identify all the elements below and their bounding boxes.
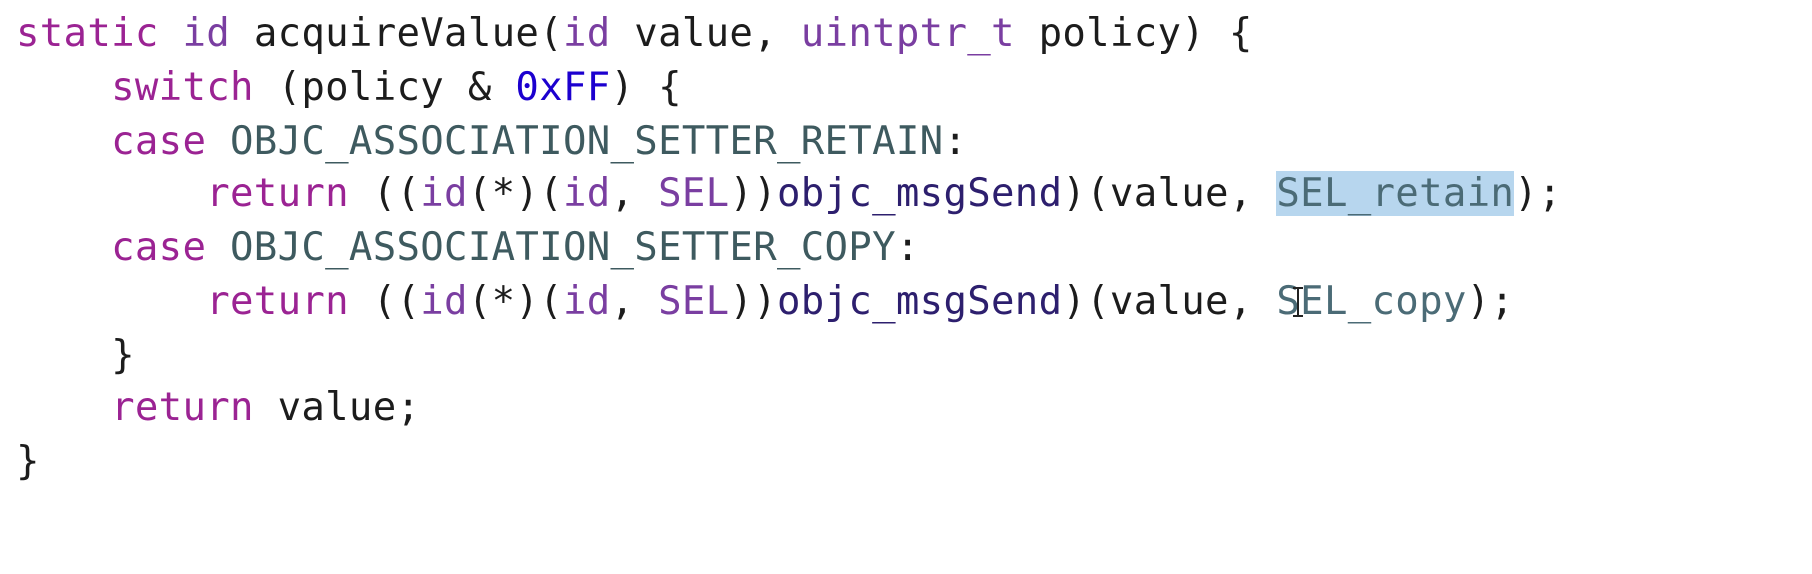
closing-brace-function: }: [16, 439, 40, 484]
code-line-8[interactable]: return value;: [16, 382, 420, 434]
code-editor[interactable]: static id acquireValue(id value, uintptr…: [0, 0, 1812, 574]
param-type-id: id: [562, 11, 611, 56]
case-colon: :: [943, 119, 968, 164]
statement-end: );: [1466, 279, 1515, 324]
hex-literal: 0xFF: [515, 65, 611, 110]
keyword-switch: switch: [111, 65, 254, 110]
paren-open: ((: [372, 279, 421, 324]
macro-setter-copy: OBJC_ASSOCIATION_SETTER_COPY: [230, 225, 896, 270]
code-line-9[interactable]: }: [16, 436, 40, 488]
keyword-case: case: [111, 225, 207, 270]
return-value: value;: [277, 385, 421, 430]
code-line-6[interactable]: return ((id(*)(id, SEL))objc_msgSend)(va…: [16, 276, 1514, 328]
keyword-static: static: [16, 11, 159, 56]
type-id-arg: id: [562, 171, 611, 216]
code-line-4[interactable]: return ((id(*)(id, SEL))objc_msgSend)(va…: [16, 168, 1562, 220]
keyword-return: return: [206, 279, 349, 324]
type-id: id: [420, 279, 468, 324]
call-args: )(value,: [1062, 279, 1253, 324]
function-objc-msgsend: objc_msgSend: [777, 171, 1063, 216]
code-line-3[interactable]: case OBJC_ASSOCIATION_SETTER_RETAIN:: [16, 116, 967, 168]
fnptr: (*)(: [467, 171, 563, 216]
call-args: )(value,: [1062, 171, 1253, 216]
keyword-return: return: [206, 171, 349, 216]
macro-setter-retain: OBJC_ASSOCIATION_SETTER_RETAIN: [230, 119, 944, 164]
type-id-arg: id: [562, 279, 611, 324]
code-line-7[interactable]: }: [16, 330, 135, 382]
case-colon: :: [895, 225, 920, 270]
type-id: id: [420, 171, 468, 216]
paren-close: )): [729, 279, 777, 324]
ibeam-stem: [1297, 289, 1299, 315]
param-type-uintptr: uintptr_t: [800, 11, 1015, 56]
token-sel-copy[interactable]: SEL_copy: [1276, 279, 1466, 324]
statement-end: );: [1514, 171, 1562, 216]
keyword-case: case: [111, 119, 207, 164]
param-value: value,: [634, 11, 777, 56]
keyword-return: return: [111, 385, 254, 430]
text-ibeam-cursor-icon: [1292, 287, 1304, 317]
fnptr: (*)(: [467, 279, 563, 324]
type-sel: SEL: [658, 171, 730, 216]
paren-open: ((: [372, 171, 421, 216]
switch-expr: (policy &: [277, 65, 492, 110]
comma: ,: [610, 279, 635, 324]
param-policy: policy) {: [1038, 11, 1253, 56]
type-id: id: [182, 11, 231, 56]
function-name: acquireValue(: [253, 11, 563, 56]
code-line-5[interactable]: case OBJC_ASSOCIATION_SETTER_COPY:: [16, 222, 920, 274]
function-objc-msgsend: objc_msgSend: [777, 279, 1063, 324]
type-sel: SEL: [658, 279, 730, 324]
code-line-2[interactable]: switch (policy & 0xFF) {: [16, 62, 682, 114]
switch-close: ) {: [610, 65, 682, 110]
paren-close: )): [729, 171, 777, 216]
closing-brace-switch: }: [111, 333, 135, 378]
comma: ,: [610, 171, 635, 216]
selected-token-sel-retain[interactable]: SEL_retain: [1276, 171, 1515, 216]
code-line-1[interactable]: static id acquireValue(id value, uintptr…: [16, 8, 1253, 60]
ibeam-bottom: [1293, 315, 1303, 317]
